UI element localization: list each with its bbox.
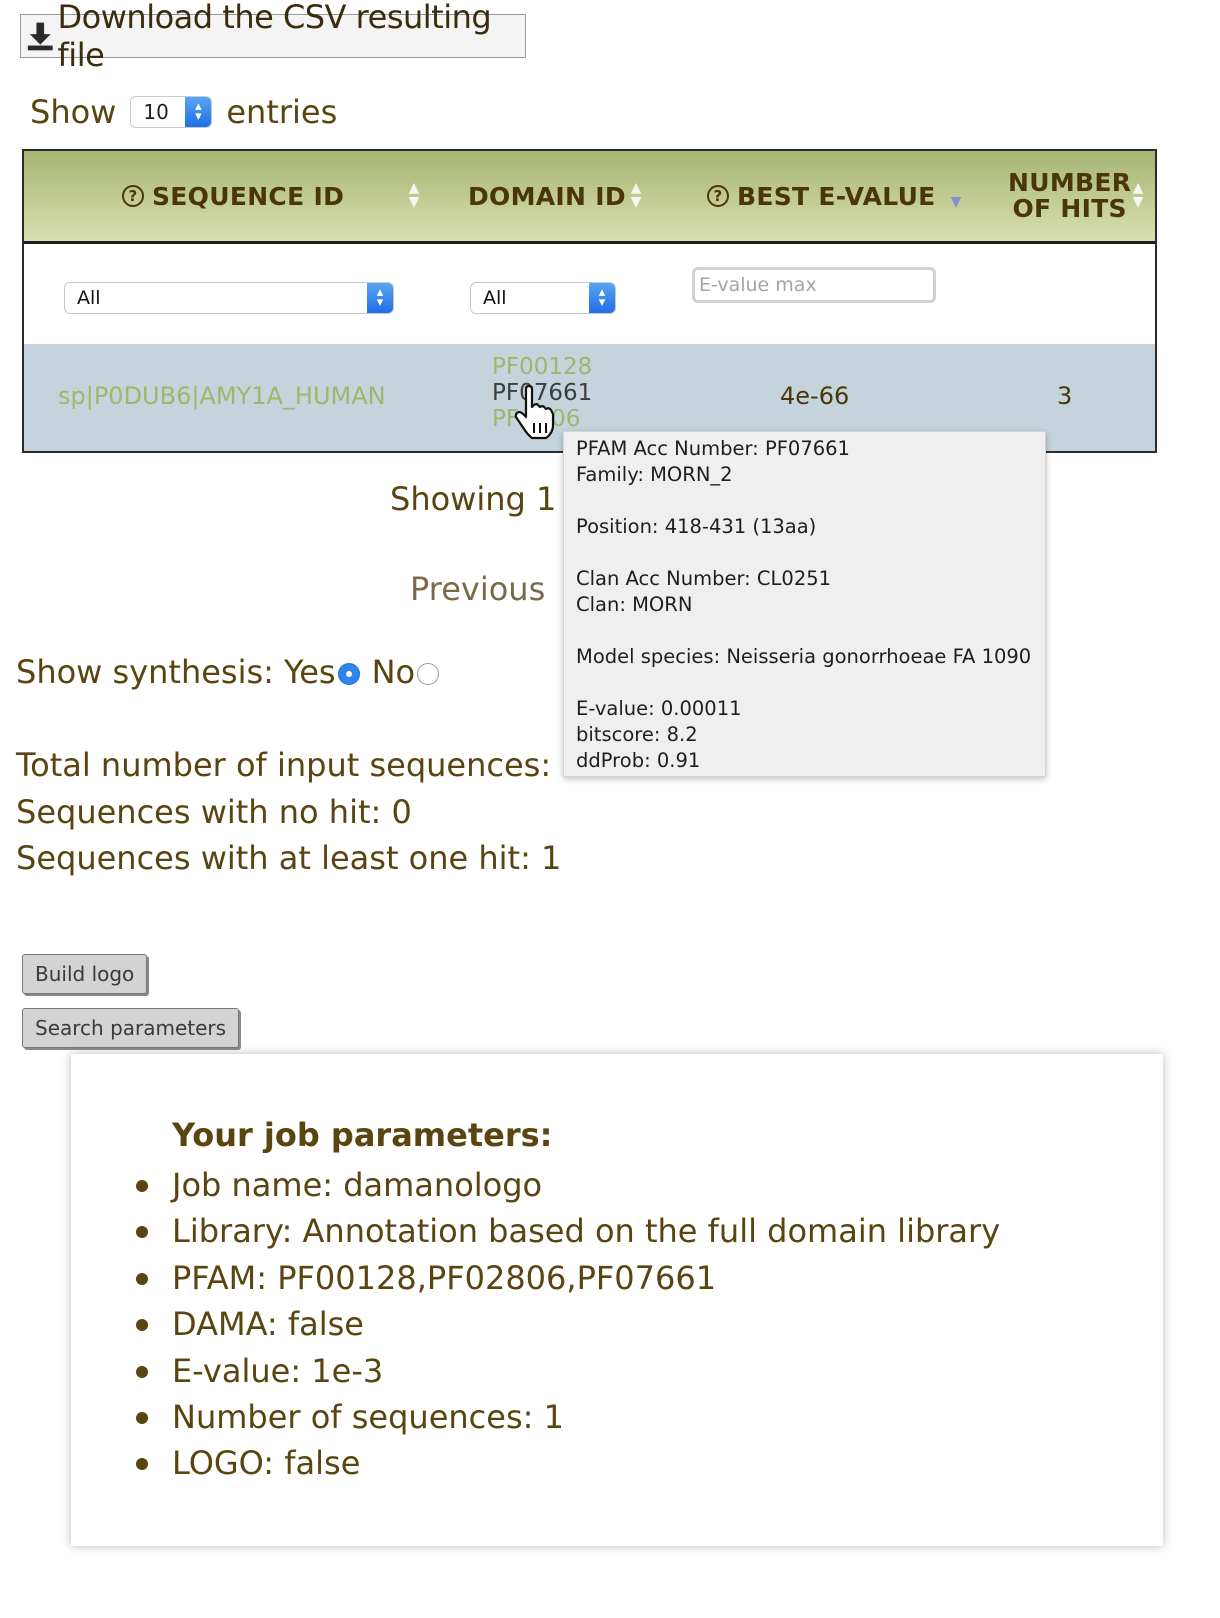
- stat-total: Total number of input sequences: 1: [16, 746, 582, 784]
- previous-button[interactable]: Previous: [410, 570, 545, 608]
- chevron-updown-icon: ▴ ▾: [589, 283, 615, 313]
- best-evalue-cell: 4e-66: [780, 382, 850, 410]
- download-csv-button[interactable]: Download the CSV resulting file: [20, 0, 526, 74]
- chevron-updown-icon: ▴ ▾: [185, 97, 212, 127]
- list-item: LOGO: false: [135, 1440, 1000, 1486]
- table-header: ? SEQUENCE ID ▲ ▼ DOMAIN ID ▲ ▼ ? BEST E-V…: [24, 151, 1155, 244]
- job-parameters-panel: Your job parameters: Job name: damanolog…: [71, 1054, 1163, 1546]
- list-item: PFAM: PF00128,PF02806,PF07661: [135, 1255, 1000, 1301]
- list-item: Number of sequences: 1: [135, 1394, 1000, 1440]
- table-info: Showing 1 t: [390, 480, 580, 518]
- list-item: DAMA: false: [135, 1301, 1000, 1347]
- length-prefix: Show: [30, 93, 117, 131]
- col-best-evalue[interactable]: ? BEST E-VALUE: [707, 151, 936, 241]
- col-domain-id[interactable]: DOMAIN ID: [468, 151, 626, 241]
- sequence-filter-value: All: [77, 287, 101, 309]
- length-suffix: entries: [226, 93, 338, 131]
- sort-icon[interactable]: ▲ ▼: [406, 181, 422, 209]
- number-of-hits-cell: 3: [1057, 382, 1073, 410]
- entries-value: 10: [143, 100, 169, 124]
- col-sequence-id-label: SEQUENCE ID: [152, 181, 345, 211]
- synthesis-yes-radio[interactable]: [337, 663, 360, 685]
- col-sequence-id[interactable]: ? SEQUENCE ID: [122, 151, 344, 241]
- synthesis-label: Show synthesis:: [16, 653, 274, 691]
- tooltip-pfam-acc: PFAM Acc Number: PF07661: [576, 437, 850, 460]
- synthesis-no-radio[interactable]: [417, 663, 440, 685]
- search-parameters-button[interactable]: Search parameters: [22, 1008, 240, 1048]
- tooltip-model-species: Model species: Neisseria gonorrhoeae FA …: [576, 645, 1032, 668]
- filter-row: All ▴ ▾ All ▴ ▾: [24, 244, 1155, 344]
- col-best-evalue-label: BEST E-VALUE: [737, 181, 936, 211]
- col-number-of-hits[interactable]: NUMBER OF HITS: [1008, 151, 1131, 241]
- list-item: E-value: 1e-3: [135, 1348, 1000, 1394]
- tooltip-clan: Clan: MORN: [576, 593, 693, 616]
- col-number-of-hits-line1: NUMBER: [1008, 168, 1132, 197]
- col-domain-id-label: DOMAIN ID: [468, 181, 626, 211]
- stat-at-least-one: Sequences with at least one hit: 1: [16, 839, 562, 877]
- tooltip-bitscore: bitscore: 8.2: [576, 723, 698, 746]
- download-label: Download the CSV resulting file: [57, 0, 492, 74]
- domain-filter-value: All: [483, 287, 507, 309]
- sequence-id-link[interactable]: sp|P0DUB6|AMY1A_HUMAN: [58, 382, 386, 410]
- results-table: ? SEQUENCE ID ▲ ▼ DOMAIN ID ▲ ▼ ? BEST E-V…: [22, 149, 1157, 453]
- params-title: Your job parameters:: [172, 1116, 553, 1154]
- list-item: Job name: damanologo: [135, 1162, 1000, 1208]
- synthesis-no-label: No: [371, 653, 416, 691]
- stat-no-hit: Sequences with no hit: 0: [16, 792, 412, 831]
- tooltip-ddprob: ddProb: 0.91: [576, 749, 701, 772]
- list-item: Library: Annotation based on the full do…: [135, 1208, 1000, 1254]
- build-logo-button[interactable]: Build logo: [22, 954, 148, 994]
- tooltip-position: Position: 418-431 (13aa): [576, 515, 817, 538]
- length-menu: Show 10 ▴ ▾ entries: [30, 90, 337, 134]
- download-icon: [27, 22, 53, 51]
- stats-summary: Total number of input sequences: 1 Seque…: [16, 742, 582, 882]
- help-icon[interactable]: ?: [122, 185, 144, 207]
- sort-desc-icon[interactable]: ▲▼: [948, 181, 964, 209]
- col-number-of-hits-line2: OF HITS: [1012, 194, 1127, 223]
- chevron-updown-icon: ▴ ▾: [367, 283, 393, 313]
- evalue-max-input[interactable]: [692, 267, 936, 303]
- tooltip-clan-acc: Clan Acc Number: CL0251: [576, 567, 832, 590]
- domain-tooltip: PFAM Acc Number: PF07661 Family: MORN_2 …: [563, 431, 1046, 777]
- domain-id-link[interactable]: PF00128: [492, 354, 592, 380]
- domain-filter-select[interactable]: All ▴ ▾: [470, 282, 616, 314]
- show-synthesis: Show synthesis: Yes No: [16, 653, 443, 691]
- entries-select[interactable]: 10 ▴ ▾: [130, 96, 213, 128]
- synthesis-yes-label: Yes: [283, 653, 336, 691]
- params-list: Job name: damanologo Library: Annotation…: [135, 1162, 1000, 1487]
- tooltip-family: Family: MORN_2: [576, 463, 733, 486]
- sort-icon[interactable]: ▲ ▼: [1130, 181, 1146, 209]
- hand-cursor-icon: [514, 385, 555, 440]
- sort-icon[interactable]: ▲ ▼: [628, 181, 644, 209]
- sequence-filter-select[interactable]: All ▴ ▾: [64, 282, 394, 314]
- help-icon[interactable]: ?: [707, 185, 729, 207]
- tooltip-evalue: E-value: 0.00011: [576, 697, 742, 720]
